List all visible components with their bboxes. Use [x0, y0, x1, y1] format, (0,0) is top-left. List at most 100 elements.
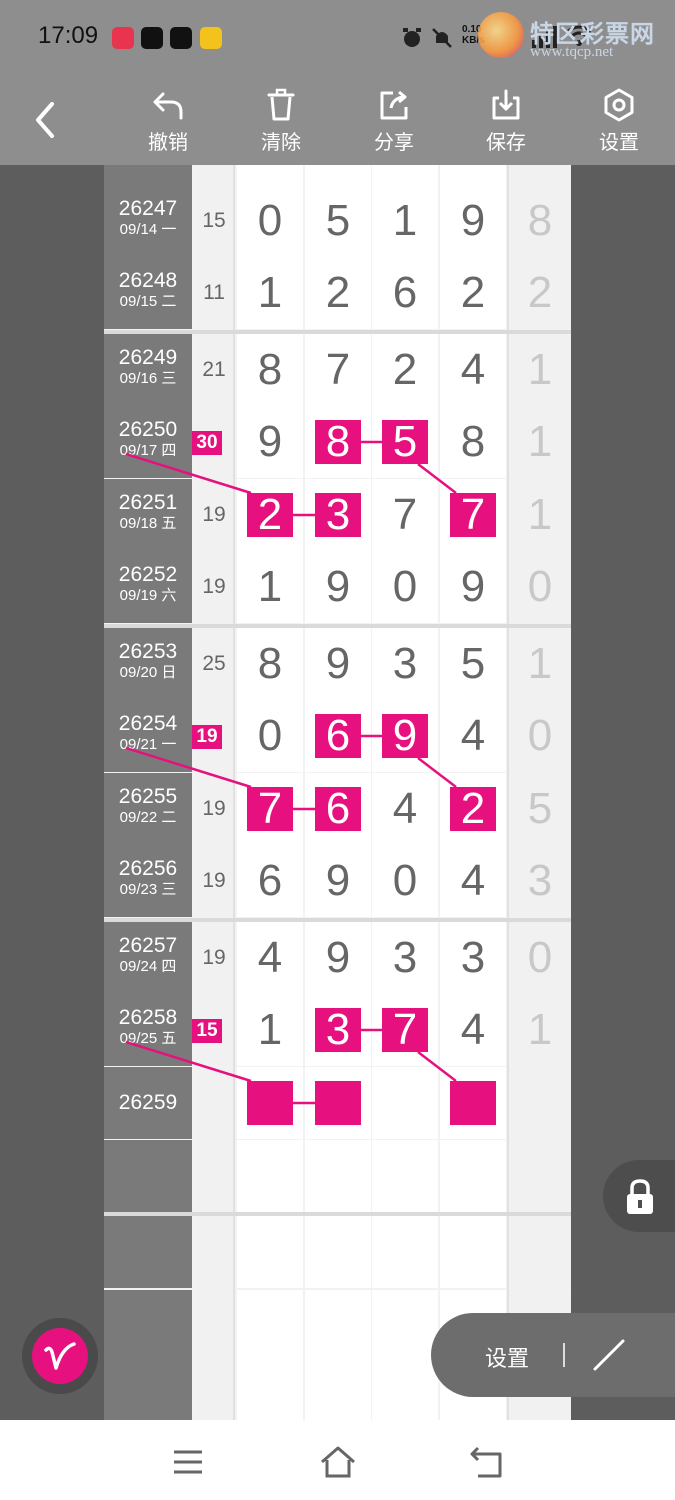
period-cell[interactable]: 26256 09/23 三	[104, 845, 192, 917]
settings-button[interactable]: 设置	[584, 88, 654, 158]
extra-cell[interactable]: 2	[509, 257, 571, 329]
digit-cell[interactable]: 3	[372, 922, 438, 994]
digit-cell[interactable]: 6	[305, 700, 371, 772]
extra-cell[interactable]: 5	[509, 773, 571, 845]
digit-cell[interactable]: 9	[440, 185, 506, 257]
digit-cell[interactable]: 4	[372, 773, 438, 845]
digit-cell[interactable]: 1	[237, 994, 303, 1066]
period-cell[interactable]: 26248 09/15 二	[104, 257, 192, 329]
period-cell[interactable]: 26257 09/24 四	[104, 922, 192, 994]
digit-cell[interactable]: 9	[305, 551, 371, 623]
digit-cell[interactable]: 2	[237, 479, 303, 551]
digit-cell[interactable]: 1	[372, 185, 438, 257]
back-arrow-icon[interactable]	[30, 100, 60, 140]
digit-cell[interactable]: 8	[237, 334, 303, 406]
sum-cell[interactable]: 19	[195, 479, 233, 551]
period-cell[interactable]: 26251 09/18 五	[104, 479, 192, 551]
menu-icon[interactable]	[168, 1444, 208, 1480]
sum-cell[interactable]: 19	[195, 922, 233, 994]
digit-cell[interactable]	[237, 1067, 303, 1139]
digit-cell[interactable]: 7	[372, 994, 438, 1066]
pen-fab-button[interactable]	[22, 1318, 98, 1394]
digit-cell[interactable]	[440, 1067, 506, 1139]
digit-cell[interactable]: 7	[237, 773, 303, 845]
digit-cell[interactable]: 2	[372, 334, 438, 406]
digit-cell[interactable]: 4	[440, 994, 506, 1066]
floating-settings-button[interactable]: 设置	[485, 1341, 529, 1373]
sum-cell[interactable]: 25	[195, 628, 233, 700]
back-nav-icon[interactable]	[468, 1444, 508, 1480]
digit-cell[interactable]: 9	[305, 628, 371, 700]
period-cell[interactable]: 26259	[104, 1067, 192, 1139]
extra-cell[interactable]: 3	[509, 845, 571, 917]
extra-cell[interactable]: 8	[509, 185, 571, 257]
period-cell[interactable]: 26255 09/22 二	[104, 773, 192, 845]
digit-cell[interactable]: 7	[305, 334, 371, 406]
extra-cell[interactable]	[509, 1067, 571, 1139]
digit-cell[interactable]: 8	[305, 406, 371, 478]
digit-cell[interactable]: 7	[440, 479, 506, 551]
digit-cell[interactable]: 4	[440, 845, 506, 917]
digit-cell[interactable]: 0	[237, 185, 303, 257]
share-button[interactable]: 分享	[359, 88, 429, 158]
lottery-trend-grid[interactable]: 26247 09/14 一 15 0 5 1 9 8 26248 09/15 二 11 1 2 6 2 2 26…	[104, 165, 571, 1420]
digit-cell[interactable]: 4	[237, 922, 303, 994]
sum-cell[interactable]: 15	[195, 185, 233, 257]
home-icon[interactable]	[318, 1444, 358, 1480]
digit-cell[interactable]	[372, 1067, 438, 1139]
extra-cell[interactable]: 1	[509, 406, 571, 478]
digit-cell[interactable]	[305, 1067, 371, 1139]
digit-cell[interactable]: 8	[237, 628, 303, 700]
digit-cell[interactable]: 0	[372, 845, 438, 917]
sum-cell[interactable]: 19	[195, 845, 233, 917]
digit-cell[interactable]: 9	[305, 845, 371, 917]
digit-cell[interactable]: 5	[305, 185, 371, 257]
digit-cell[interactable]: 5	[372, 406, 438, 478]
extra-cell[interactable]: 0	[509, 922, 571, 994]
pen-line-icon[interactable]	[589, 1335, 629, 1375]
period-cell[interactable]: 26247 09/14 一	[104, 185, 192, 257]
period-cell[interactable]: 26254 09/21 一	[104, 700, 192, 772]
digit-cell[interactable]: 3	[305, 994, 371, 1066]
digit-cell[interactable]: 6	[372, 257, 438, 329]
period-cell[interactable]: 26253 09/20 日	[104, 628, 192, 700]
digit-cell[interactable]: 6	[305, 773, 371, 845]
sum-cell[interactable]: 30	[192, 406, 233, 478]
digit-cell[interactable]: 2	[440, 257, 506, 329]
extra-cell[interactable]: 0	[509, 700, 571, 772]
extra-cell[interactable]: 1	[509, 994, 571, 1066]
extra-cell[interactable]: 1	[509, 479, 571, 551]
save-button[interactable]: 保存	[471, 88, 541, 158]
extra-cell[interactable]: 0	[509, 551, 571, 623]
period-cell[interactable]: 26258 09/25 五	[104, 994, 192, 1066]
digit-cell[interactable]: 1	[237, 257, 303, 329]
digit-cell[interactable]: 9	[237, 406, 303, 478]
digit-cell[interactable]: 5	[440, 628, 506, 700]
digit-cell[interactable]: 3	[372, 628, 438, 700]
period-cell[interactable]: 26252 09/19 六	[104, 551, 192, 623]
sum-cell[interactable]: 15	[192, 994, 233, 1066]
undo-button[interactable]: 撤销	[133, 88, 203, 158]
sum-cell[interactable]: 19	[195, 773, 233, 845]
digit-cell[interactable]: 4	[440, 334, 506, 406]
sum-cell[interactable]: 21	[195, 334, 233, 406]
sum-cell[interactable]: 19	[195, 551, 233, 623]
period-cell[interactable]: 26249 09/16 三	[104, 334, 192, 406]
digit-cell[interactable]: 1	[237, 551, 303, 623]
digit-cell[interactable]: 3	[440, 922, 506, 994]
lock-button[interactable]	[603, 1160, 675, 1232]
period-cell[interactable]: 26250 09/17 四	[104, 406, 192, 478]
digit-cell[interactable]: 9	[305, 922, 371, 994]
digit-cell[interactable]: 2	[440, 773, 506, 845]
digit-cell[interactable]: 9	[440, 551, 506, 623]
digit-cell[interactable]: 7	[372, 479, 438, 551]
digit-cell[interactable]: 2	[305, 257, 371, 329]
digit-cell[interactable]: 9	[372, 700, 438, 772]
sum-cell[interactable]: 11	[195, 257, 233, 329]
sum-cell[interactable]: 19	[192, 700, 233, 772]
extra-cell[interactable]: 1	[509, 628, 571, 700]
digit-cell[interactable]: 4	[440, 700, 506, 772]
sum-cell[interactable]	[195, 1067, 233, 1139]
extra-cell[interactable]: 1	[509, 334, 571, 406]
clear-button[interactable]: 清除	[246, 88, 316, 158]
